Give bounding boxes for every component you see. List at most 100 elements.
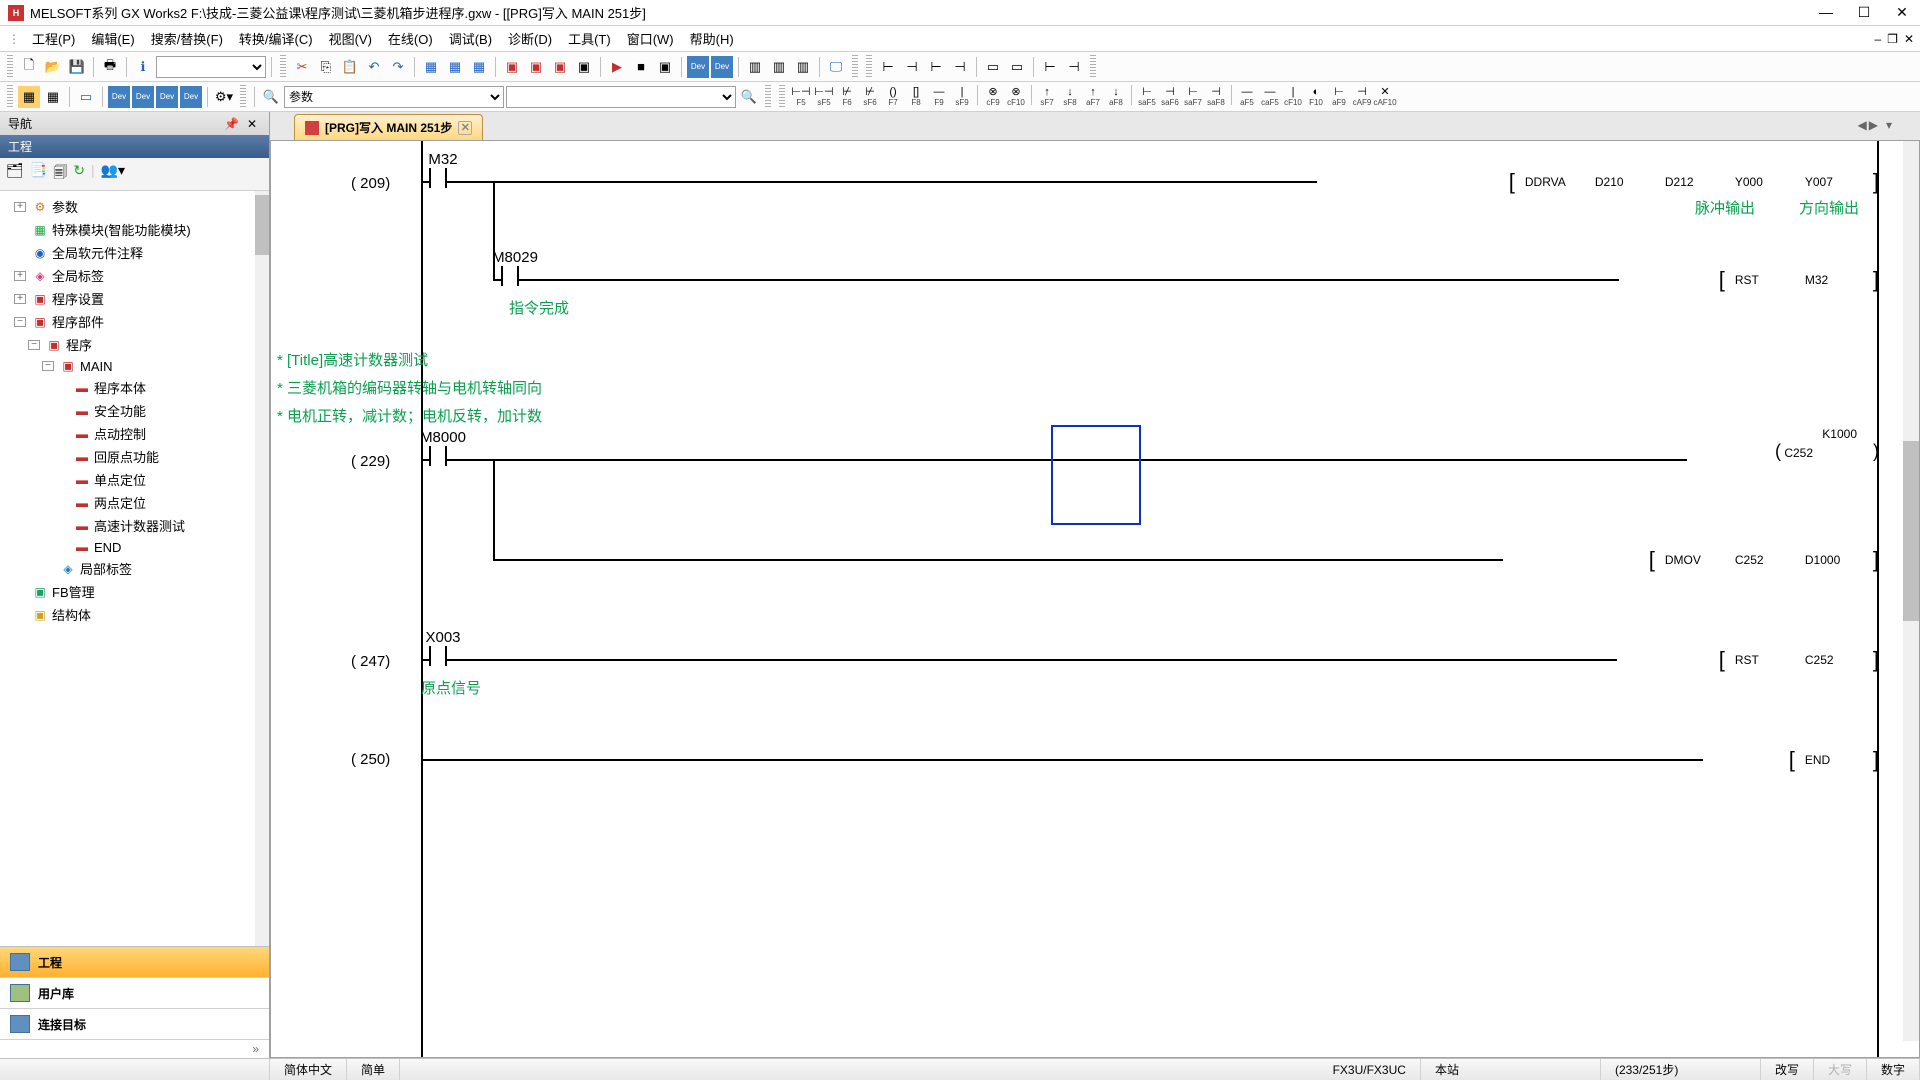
nav-more-button[interactable]: » — [0, 1040, 269, 1058]
menu-tools[interactable]: 工具(T) — [560, 27, 619, 50]
compile-all-button[interactable]: ▦ — [444, 56, 466, 78]
dev-a-icon[interactable]: Dev — [108, 86, 130, 108]
view-button[interactable]: ▭ — [75, 86, 97, 108]
device-combo[interactable] — [506, 86, 736, 108]
tree-item[interactable]: ▬安全功能 — [0, 399, 269, 422]
fkey-saF6[interactable]: ⊣saF6 — [1159, 85, 1181, 109]
editor-scrollbar[interactable] — [1903, 141, 1919, 1041]
find-button[interactable]: 🔍 — [260, 86, 282, 108]
ladder-btn8[interactable]: ⊣ — [1063, 56, 1085, 78]
tab-next-icon[interactable]: ▶ — [1869, 118, 1878, 132]
nav-tb-2[interactable]: 📑 — [30, 162, 47, 186]
ladder-btn6[interactable]: ▭ — [1006, 56, 1028, 78]
dev1-icon[interactable]: Dev — [687, 56, 709, 78]
fkey-aF5[interactable]: —aF5 — [1236, 85, 1258, 109]
fkey-aF8[interactable]: ↓aF8 — [1105, 85, 1127, 109]
ladder-btn4[interactable]: ⊣ — [949, 56, 971, 78]
tab-prev-icon[interactable]: ◀ — [1858, 118, 1867, 132]
expand-icon[interactable]: + — [14, 294, 26, 304]
tree-item[interactable]: ▬程序本体 — [0, 376, 269, 399]
open-button[interactable]: 📂 — [42, 56, 64, 78]
copy-button[interactable]: ⎘ — [315, 56, 337, 78]
nav-tb-3[interactable]: 🗐 — [53, 162, 67, 186]
collapse-icon[interactable]: − — [28, 340, 40, 350]
monitor-stop-button[interactable]: ■ — [630, 56, 652, 78]
output-counter[interactable]: K1000 ( C252) — [1775, 427, 1879, 462]
nav-tb-1[interactable]: 🗂 — [6, 162, 24, 186]
fkey-sF5[interactable]: ⊢⊣sF5 — [813, 85, 835, 109]
window-cascade-button[interactable]: ▥ — [768, 56, 790, 78]
output-end[interactable]: [ END ] — [1789, 749, 1879, 771]
fkey-F6[interactable]: ⊬F6 — [836, 85, 858, 109]
collapse-icon[interactable]: − — [42, 361, 54, 371]
read-plc-button[interactable]: ▣ — [525, 56, 547, 78]
tree-item[interactable]: ▬回原点功能 — [0, 445, 269, 468]
compile-button[interactable]: ▦ — [420, 56, 442, 78]
fkey-F9[interactable]: —F9 — [928, 85, 950, 109]
nav-toggle-button[interactable]: ▦ — [18, 86, 40, 108]
fkey-cAF9[interactable]: ⊣cAF9 — [1351, 85, 1373, 109]
pin-icon[interactable]: 📌 — [220, 117, 243, 131]
ladder-btn2[interactable]: ⊣ — [901, 56, 923, 78]
tree-item[interactable]: ▬两点定位 — [0, 491, 269, 514]
save-button[interactable]: 💾 — [66, 56, 88, 78]
dev2-icon[interactable]: Dev — [711, 56, 733, 78]
print-button[interactable]: 🖶 — [99, 56, 121, 78]
search-exec-button[interactable]: 🔍 — [738, 86, 760, 108]
undo-button[interactable]: ↶ — [363, 56, 385, 78]
tree-scrollbar[interactable] — [255, 191, 269, 946]
tab-menu-icon[interactable]: ▾ — [1886, 118, 1892, 132]
tab-project[interactable]: 工程 — [0, 947, 269, 978]
document-tab[interactable]: [PRG]写入 MAIN 251步 ✕ — [294, 114, 483, 140]
fkey-cF10[interactable]: |cF10 — [1282, 85, 1304, 109]
menu-window[interactable]: 窗口(W) — [619, 27, 682, 50]
fkey-cAF10[interactable]: ✕cAF10 — [1374, 85, 1396, 109]
help-button[interactable]: ℹ — [132, 56, 154, 78]
dev-b-icon[interactable]: Dev — [132, 86, 154, 108]
tab-userlib[interactable]: 用户库 — [0, 978, 269, 1009]
window-arrange-button[interactable]: ▥ — [792, 56, 814, 78]
fkey-saF5[interactable]: ⊢saF5 — [1136, 85, 1158, 109]
fkey-sF7[interactable]: ↑sF7 — [1036, 85, 1058, 109]
dev-d-icon[interactable]: Dev — [180, 86, 202, 108]
fkey-F7[interactable]: ()F7 — [882, 85, 904, 109]
nav-tb-4[interactable]: ↻ — [73, 162, 85, 186]
dev-c-icon[interactable]: Dev — [156, 86, 178, 108]
expand-icon[interactable]: + — [14, 271, 26, 281]
mdi-minimize[interactable]: – — [1874, 32, 1881, 46]
close-button[interactable]: ✕ — [1892, 4, 1912, 21]
fkey-F5[interactable]: ⊢⊣F5 — [790, 85, 812, 109]
menu-view[interactable]: 视图(V) — [321, 27, 380, 50]
menu-edit[interactable]: 编辑(E) — [83, 27, 142, 50]
remote-button[interactable]: ▣ — [573, 56, 595, 78]
window-tile-button[interactable]: ▥ — [744, 56, 766, 78]
fkey-sF6[interactable]: ⊬sF6 — [859, 85, 881, 109]
monitor-start-button[interactable]: ▶ — [606, 56, 628, 78]
fkey-aF7[interactable]: ↑aF7 — [1082, 85, 1104, 109]
new-button[interactable]: 🗋 — [18, 56, 40, 78]
menu-debug[interactable]: 调试(B) — [441, 27, 500, 50]
tree-item[interactable]: ▬单点定位 — [0, 468, 269, 491]
minimize-button[interactable]: — — [1816, 4, 1836, 21]
menu-compile[interactable]: 转换/编译(C) — [231, 27, 321, 50]
ladder-btn5[interactable]: ▭ — [982, 56, 1004, 78]
build-button[interactable]: ▦ — [468, 56, 490, 78]
maximize-button[interactable]: ☐ — [1854, 4, 1874, 21]
ladder-btn3[interactable]: ⊢ — [925, 56, 947, 78]
output-ddrva[interactable]: [ DDRVA D210 D212 Y000 Y007 ] — [1509, 171, 1879, 193]
tree-item[interactable]: ▬END — [0, 537, 269, 557]
fkey-sF9[interactable]: |sF9 — [951, 85, 973, 109]
panel-button[interactable]: ▦ — [42, 86, 64, 108]
tab-connection[interactable]: 连接目标 — [0, 1009, 269, 1040]
fkey-sF8[interactable]: ↓sF8 — [1059, 85, 1081, 109]
verify-button[interactable]: ▣ — [549, 56, 571, 78]
fkey-caF5[interactable]: —caF5 — [1259, 85, 1281, 109]
redo-button[interactable]: ↷ — [387, 56, 409, 78]
zoom-combo[interactable] — [156, 56, 266, 78]
opts-button[interactable]: ⚙▾ — [213, 86, 235, 108]
mdi-close[interactable]: ✕ — [1904, 32, 1914, 46]
collapse-icon[interactable]: − — [14, 317, 26, 327]
nav-tb-5[interactable]: 👥▾ — [101, 162, 125, 186]
fkey-F8[interactable]: []F8 — [905, 85, 927, 109]
project-tree[interactable]: +⚙参数 ▦特殊模块(智能功能模块) ◉全局软元件注释 +◈全局标签 +▣程序设… — [0, 191, 269, 946]
